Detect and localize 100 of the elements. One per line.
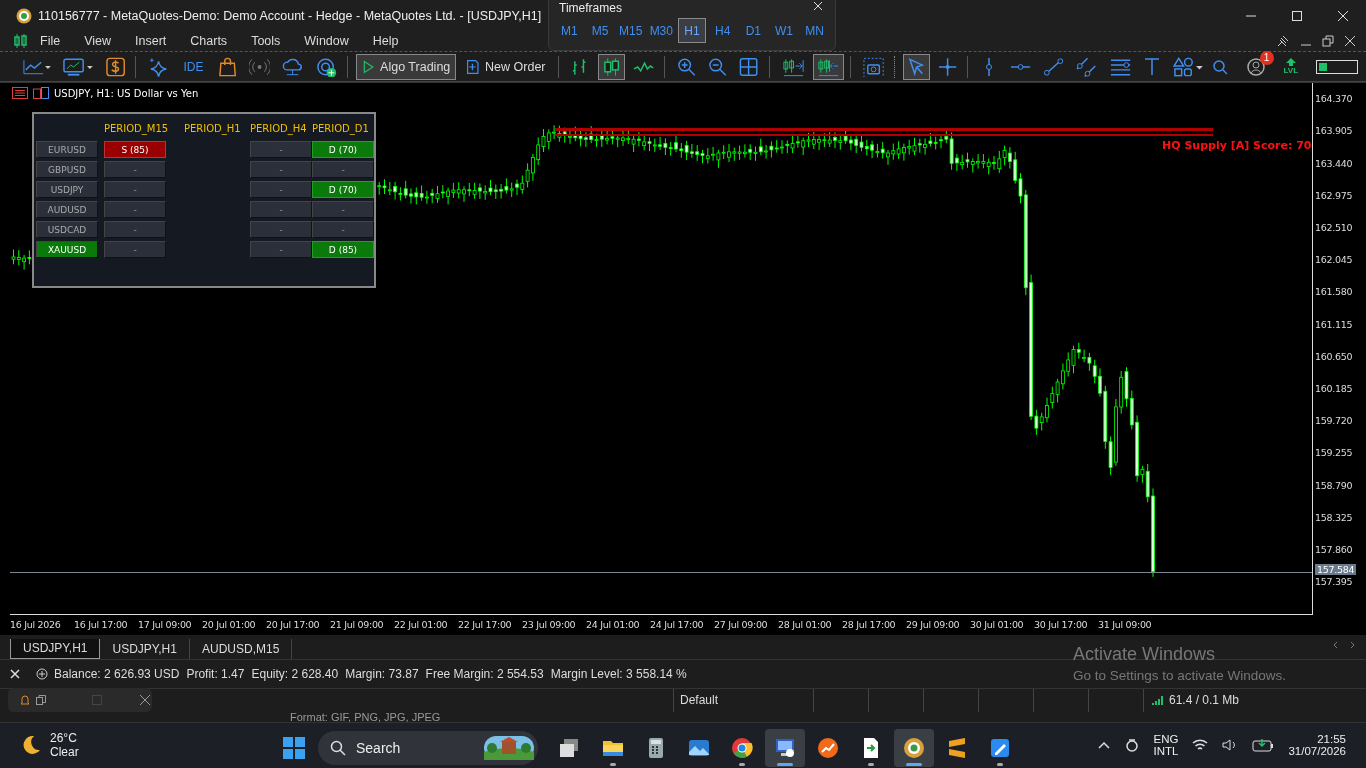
signal-button[interactable]: -: [312, 161, 374, 179]
signal-button[interactable]: -: [250, 141, 312, 159]
timeframe-button[interactable]: M15: [616, 18, 645, 43]
symbol-button[interactable]: XAUUSD: [36, 241, 98, 259]
timeframe-button[interactable]: H4: [708, 18, 738, 43]
level-label: LVL: [1283, 66, 1299, 76]
new-order-button[interactable]: New Order: [460, 53, 552, 80]
sparkle-icon: [147, 56, 169, 77]
signal-button[interactable]: -: [250, 181, 312, 199]
search-icon[interactable]: [1211, 58, 1228, 75]
signal-button[interactable]: -: [250, 221, 312, 239]
taskbar-app[interactable]: [894, 728, 934, 767]
maximize-icon: [1291, 9, 1303, 22]
battery-charging-icon[interactable]: [1252, 738, 1275, 753]
signal-button[interactable]: D (70): [312, 141, 374, 159]
timeframe-button[interactable]: M5: [585, 18, 615, 43]
signal-button[interactable]: -: [104, 221, 166, 239]
symbol-button[interactable]: AUDUSD: [36, 201, 98, 219]
activation-message: Go to Settings to activate Windows.: [1073, 668, 1287, 683]
chart-shift-button[interactable]: [812, 53, 844, 80]
signal-button[interactable]: S (85): [104, 141, 166, 159]
time-label: 17 Jul 09:00: [138, 619, 192, 631]
headset-icon[interactable]: [1123, 737, 1140, 754]
signal-button[interactable]: D (85): [312, 241, 374, 259]
expert-icon: [33, 87, 49, 100]
close-icon: [813, 1, 823, 11]
chart-canvas[interactable]: USDJPY, H1: US Dollar vs Yen HQ Supply [A] Score: 70 PERIOD_M15 PERIOD_H1 PERIOD_H4 PERIOD_D1 EURUSD S (85) - D (70) GBPUSD - - - USDJPY - - D (70) AUDUSD - - - USDCAD - - - XAUUSD - - D (85): [10, 83, 1313, 616]
signal-button[interactable]: -: [312, 221, 374, 239]
restore-icon[interactable]: [1322, 35, 1334, 48]
close-button[interactable]: [813, 1, 823, 11]
close-button[interactable]: [10, 668, 20, 679]
shapes-icon: [1172, 56, 1204, 77]
current-price-label: 157.584: [1315, 564, 1357, 576]
wifi-icon[interactable]: [1192, 738, 1209, 753]
signal-bars-icon: [1152, 695, 1164, 706]
clock-time[interactable]: 21:55: [1317, 733, 1346, 746]
activation-title: Activate Windows: [1073, 644, 1217, 665]
menu-item[interactable]: Help: [372, 34, 399, 49]
candles-icon: [14, 33, 28, 50]
signal-button[interactable]: -: [250, 241, 312, 259]
chart-tab[interactable]: AUDUSD,M15: [189, 638, 293, 659]
cursor-button[interactable]: [902, 53, 931, 80]
signal-button[interactable]: -: [250, 161, 312, 179]
menu-item[interactable]: File: [40, 34, 61, 49]
app-logo-icon: [16, 7, 32, 24]
signal-button[interactable]: D (70): [312, 181, 374, 199]
signal-button[interactable]: -: [104, 161, 166, 179]
time-label: 24 Jul 17:00: [650, 619, 704, 631]
timeframe-button[interactable]: MN: [800, 18, 829, 43]
maximize-icon: [92, 695, 102, 706]
timeframe-button[interactable]: D1: [739, 18, 768, 43]
signal-button[interactable]: -: [104, 181, 166, 199]
signal-button[interactable]: -: [104, 201, 166, 219]
layout-label[interactable]: INTL: [1153, 745, 1179, 758]
browser-icon: [730, 735, 754, 760]
menu-item[interactable]: Tools: [251, 34, 281, 49]
column-heading: PERIOD_H1: [184, 122, 242, 137]
price-label: 163.905: [1315, 125, 1353, 137]
zoom-in-icon: [677, 56, 697, 77]
signal-button[interactable]: -: [250, 201, 312, 219]
time-label: 22 Jul 17:00: [458, 619, 512, 631]
symbol-button[interactable]: USDCAD: [36, 221, 98, 239]
chart-tab[interactable]: USDJPY,H1: [100, 638, 190, 659]
algo-trading-button[interactable]: Algo Trading: [355, 53, 457, 80]
chevron-up-icon[interactable]: [1097, 741, 1110, 750]
search-icon: [330, 739, 346, 756]
price-label: 157.860: [1315, 544, 1353, 556]
text-tool-icon: [1142, 56, 1161, 77]
timeframe-button[interactable]: W1: [769, 18, 799, 43]
pin-icon[interactable]: [1276, 34, 1290, 49]
candles-arrow-left-icon: [816, 56, 840, 77]
column-heading: PERIOD_H4: [250, 122, 308, 137]
clock-date[interactable]: 31/07/2026: [1288, 745, 1346, 758]
menu-item[interactable]: View: [84, 34, 112, 49]
signal-button[interactable]: -: [312, 201, 374, 219]
menu-item[interactable]: Insert: [135, 34, 167, 49]
symbol-button[interactable]: EURUSD: [36, 141, 98, 159]
user-icon[interactable]: [1245, 56, 1266, 77]
chart-tab[interactable]: USDJPY,H1: [10, 638, 101, 659]
shopping-bag-icon: [218, 56, 238, 77]
taskbar-app[interactable]: [765, 728, 805, 767]
symbol-button[interactable]: USDJPY: [36, 181, 98, 199]
account-value: Margin: 73.87: [345, 666, 419, 681]
price-label: 158.325: [1315, 511, 1353, 523]
signal-button[interactable]: -: [104, 241, 166, 259]
menu-item[interactable]: Charts: [190, 34, 228, 49]
timeframe-button[interactable]: H1: [677, 18, 707, 43]
time-label: 21 Jul 09:00: [330, 619, 384, 631]
language-label[interactable]: ENG: [1153, 733, 1179, 746]
ide-button[interactable]: IDE: [176, 53, 211, 80]
menu-item[interactable]: Window: [304, 34, 349, 49]
time-label: 16 Jul 17:00: [74, 619, 128, 631]
account-value: Free Margin: 2 554.53: [425, 666, 544, 681]
candles-button[interactable]: [597, 53, 625, 80]
symbol-button[interactable]: GBPUSD: [36, 161, 98, 179]
timeframe-button[interactable]: M30: [646, 18, 676, 43]
timeframe-button[interactable]: M1: [555, 18, 584, 43]
column-heading: PERIOD_M15: [104, 122, 170, 137]
close-icon[interactable]: [1344, 35, 1356, 48]
windows-start-icon[interactable]: [282, 735, 306, 760]
